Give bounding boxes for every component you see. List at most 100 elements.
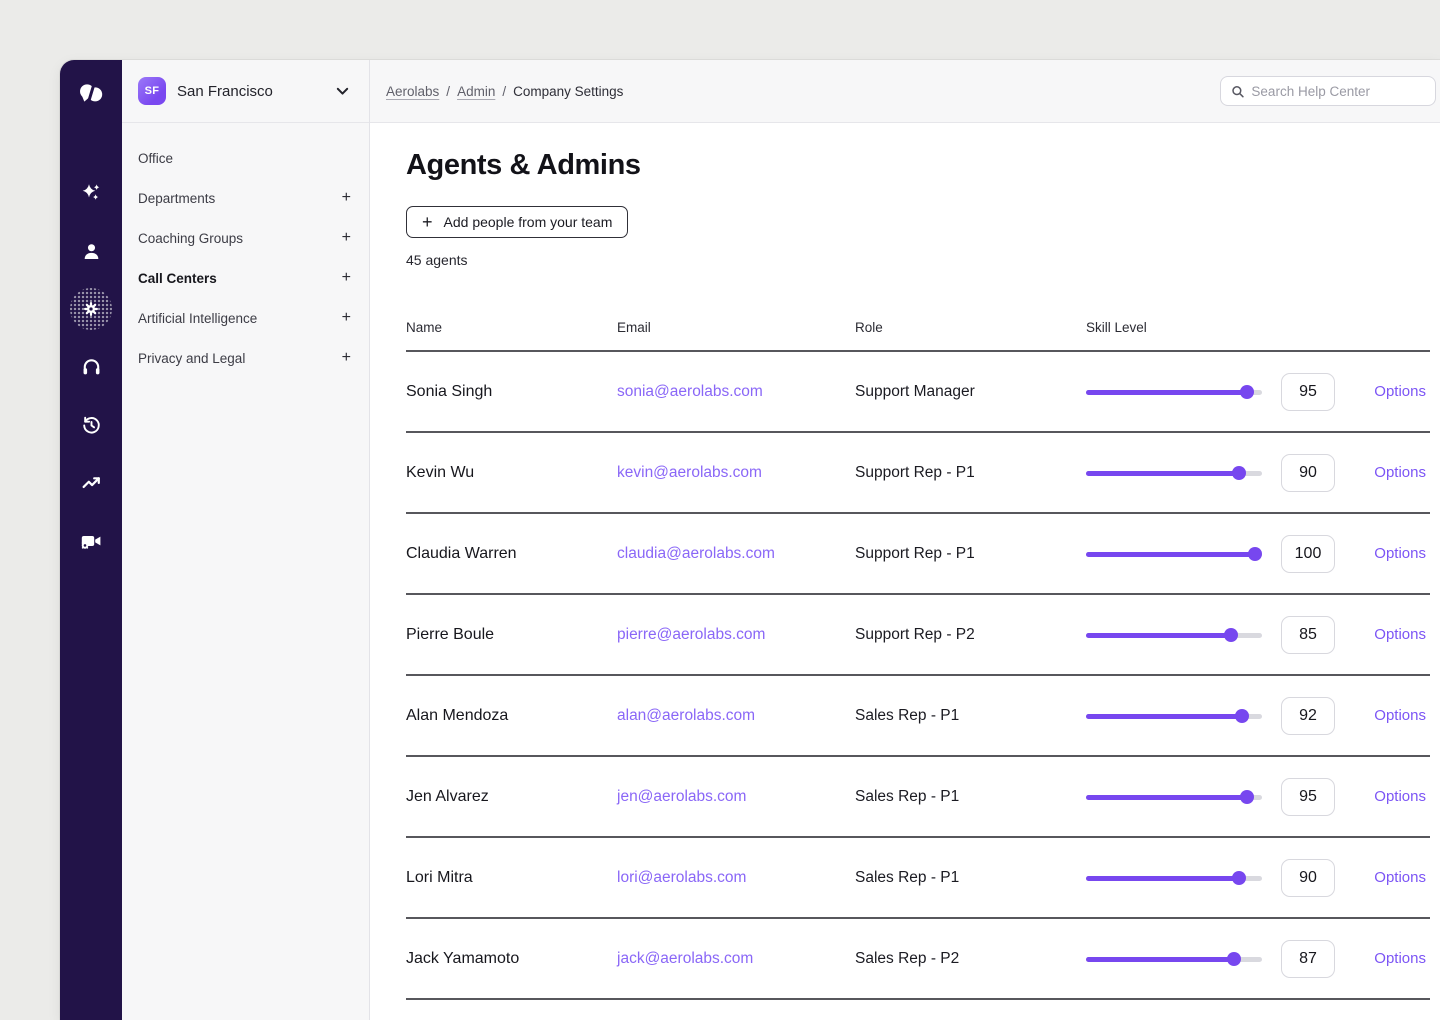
workspace-switcher[interactable]: SF San Francisco — [122, 60, 369, 123]
agent-name: Pierre Boule — [406, 626, 617, 644]
history-clock-icon[interactable] — [70, 404, 112, 446]
meetings-video-icon[interactable] — [70, 520, 112, 562]
agents-count: 45 agents — [406, 252, 1430, 268]
options-link[interactable]: Options — [1374, 869, 1430, 886]
skill-slider[interactable] — [1086, 628, 1262, 642]
page-content: Agents & Admins + Add people from your t… — [370, 123, 1440, 1020]
agent-role: Sales Rep - P1 — [855, 788, 1086, 806]
agent-email-link[interactable]: lori@aerolabs.com — [617, 869, 855, 887]
slider-thumb[interactable] — [1240, 790, 1254, 804]
contacts-person-icon[interactable] — [70, 230, 112, 272]
skill-cell: Options — [1086, 940, 1430, 978]
skill-slider[interactable] — [1086, 709, 1262, 723]
skill-slider[interactable] — [1086, 790, 1262, 804]
sidebar-item-office[interactable]: Office — [122, 138, 369, 178]
agent-email-link[interactable]: claudia@aerolabs.com — [617, 545, 855, 563]
sidebar-item-departments[interactable]: Departments + — [122, 178, 369, 218]
sidebar-item-artificial-intelligence[interactable]: Artificial Intelligence + — [122, 298, 369, 338]
slider-thumb[interactable] — [1240, 385, 1254, 399]
skill-cell: Options — [1086, 697, 1430, 735]
agent-table-row: Jack Yamamoto jack@aerolabs.com Sales Re… — [406, 919, 1430, 1000]
breadcrumb-aerolabs[interactable]: Aerolabs — [386, 84, 439, 99]
skill-slider[interactable] — [1086, 871, 1262, 885]
slider-thumb[interactable] — [1224, 628, 1238, 642]
skill-slider[interactable] — [1086, 952, 1262, 966]
slider-thumb[interactable] — [1227, 952, 1241, 966]
help-search-box[interactable] — [1220, 76, 1436, 106]
breadcrumb-separator: / — [446, 84, 450, 99]
agent-email-link[interactable]: jack@aerolabs.com — [617, 950, 855, 968]
slider-thumb[interactable] — [1232, 466, 1246, 480]
skill-value-input[interactable] — [1281, 454, 1335, 492]
breadcrumb-separator: / — [502, 84, 506, 99]
skill-value-input[interactable] — [1281, 535, 1335, 573]
add-people-label: Add people from your team — [444, 214, 613, 230]
column-header-skill-level: Skill Level — [1086, 320, 1430, 335]
agent-role: Support Manager — [855, 383, 1086, 401]
options-link[interactable]: Options — [1374, 626, 1430, 643]
options-link[interactable]: Options — [1374, 464, 1430, 481]
skill-value-input[interactable] — [1281, 859, 1335, 897]
options-link[interactable]: Options — [1374, 383, 1430, 400]
analytics-trend-icon[interactable] — [70, 462, 112, 504]
agent-table-row: Alan Mendoza alan@aerolabs.com Sales Rep… — [406, 676, 1430, 757]
agent-email-link[interactable]: kevin@aerolabs.com — [617, 464, 855, 482]
expand-plus-icon[interactable]: + — [342, 190, 351, 206]
agent-name: Jack Yamamoto — [406, 950, 617, 968]
options-link[interactable]: Options — [1374, 788, 1430, 805]
settings-gear-icon[interactable] — [70, 288, 112, 330]
skill-value-input[interactable] — [1281, 373, 1335, 411]
top-bar: Aerolabs/Admin/Company Settings — [370, 60, 1440, 123]
skill-cell: Options — [1086, 859, 1430, 897]
dialpad-logo-icon[interactable] — [74, 76, 108, 110]
agent-name: Jen Alvarez — [406, 788, 617, 806]
sidebar-item-call-centers[interactable]: Call Centers + — [122, 258, 369, 298]
agent-table-row: Jen Alvarez jen@aerolabs.com Sales Rep -… — [406, 757, 1430, 838]
agent-role: Sales Rep - P1 — [855, 707, 1086, 725]
expand-plus-icon[interactable]: + — [342, 270, 351, 286]
slider-fill — [1086, 633, 1231, 638]
slider-fill — [1086, 714, 1242, 719]
agent-name: Alan Mendoza — [406, 707, 617, 725]
slider-thumb[interactable] — [1232, 871, 1246, 885]
slider-thumb[interactable] — [1235, 709, 1249, 723]
agent-email-link[interactable]: alan@aerolabs.com — [617, 707, 855, 725]
options-link[interactable]: Options — [1374, 707, 1430, 724]
skill-slider[interactable] — [1086, 385, 1262, 399]
skill-value-input[interactable] — [1281, 940, 1335, 978]
skill-value-input[interactable] — [1281, 778, 1335, 816]
expand-plus-icon[interactable]: + — [342, 310, 351, 326]
agent-role: Support Rep - P1 — [855, 545, 1086, 563]
sidebar-nav: Office Departments + Coaching Groups + C… — [122, 123, 369, 378]
expand-plus-icon[interactable]: + — [342, 230, 351, 246]
agent-email-link[interactable]: pierre@aerolabs.com — [617, 626, 855, 644]
ai-sparkles-icon[interactable] — [70, 172, 112, 214]
slider-track — [1086, 552, 1262, 557]
options-link[interactable]: Options — [1374, 950, 1430, 967]
skill-value-input[interactable] — [1281, 616, 1335, 654]
slider-fill — [1086, 552, 1255, 557]
expand-plus-icon[interactable]: + — [342, 350, 351, 366]
add-people-button[interactable]: + Add people from your team — [406, 206, 628, 238]
skill-cell: Options — [1086, 454, 1430, 492]
skill-slider[interactable] — [1086, 547, 1262, 561]
skill-value-input[interactable] — [1281, 697, 1335, 735]
settings-sidebar: SF San Francisco Office Departments + Co… — [122, 60, 370, 1020]
support-headset-icon[interactable] — [70, 346, 112, 388]
agent-role: Sales Rep - P1 — [855, 869, 1086, 887]
skill-cell: Options — [1086, 535, 1430, 573]
slider-thumb[interactable] — [1248, 547, 1262, 561]
sidebar-item-privacy-and-legal[interactable]: Privacy and Legal + — [122, 338, 369, 378]
plus-icon: + — [422, 213, 433, 231]
skill-slider[interactable] — [1086, 466, 1262, 480]
skill-cell: Options — [1086, 616, 1430, 654]
breadcrumb-admin[interactable]: Admin — [457, 84, 495, 99]
sidebar-item-coaching-groups[interactable]: Coaching Groups + — [122, 218, 369, 258]
search-input[interactable] — [1251, 84, 1425, 99]
agent-email-link[interactable]: jen@aerolabs.com — [617, 788, 855, 806]
options-link[interactable]: Options — [1374, 545, 1430, 562]
agent-email-link[interactable]: sonia@aerolabs.com — [617, 383, 855, 401]
page-background: SF San Francisco Office Departments + Co… — [0, 0, 1440, 1020]
column-header-role: Role — [855, 320, 1086, 335]
workspace-name: San Francisco — [177, 83, 273, 100]
